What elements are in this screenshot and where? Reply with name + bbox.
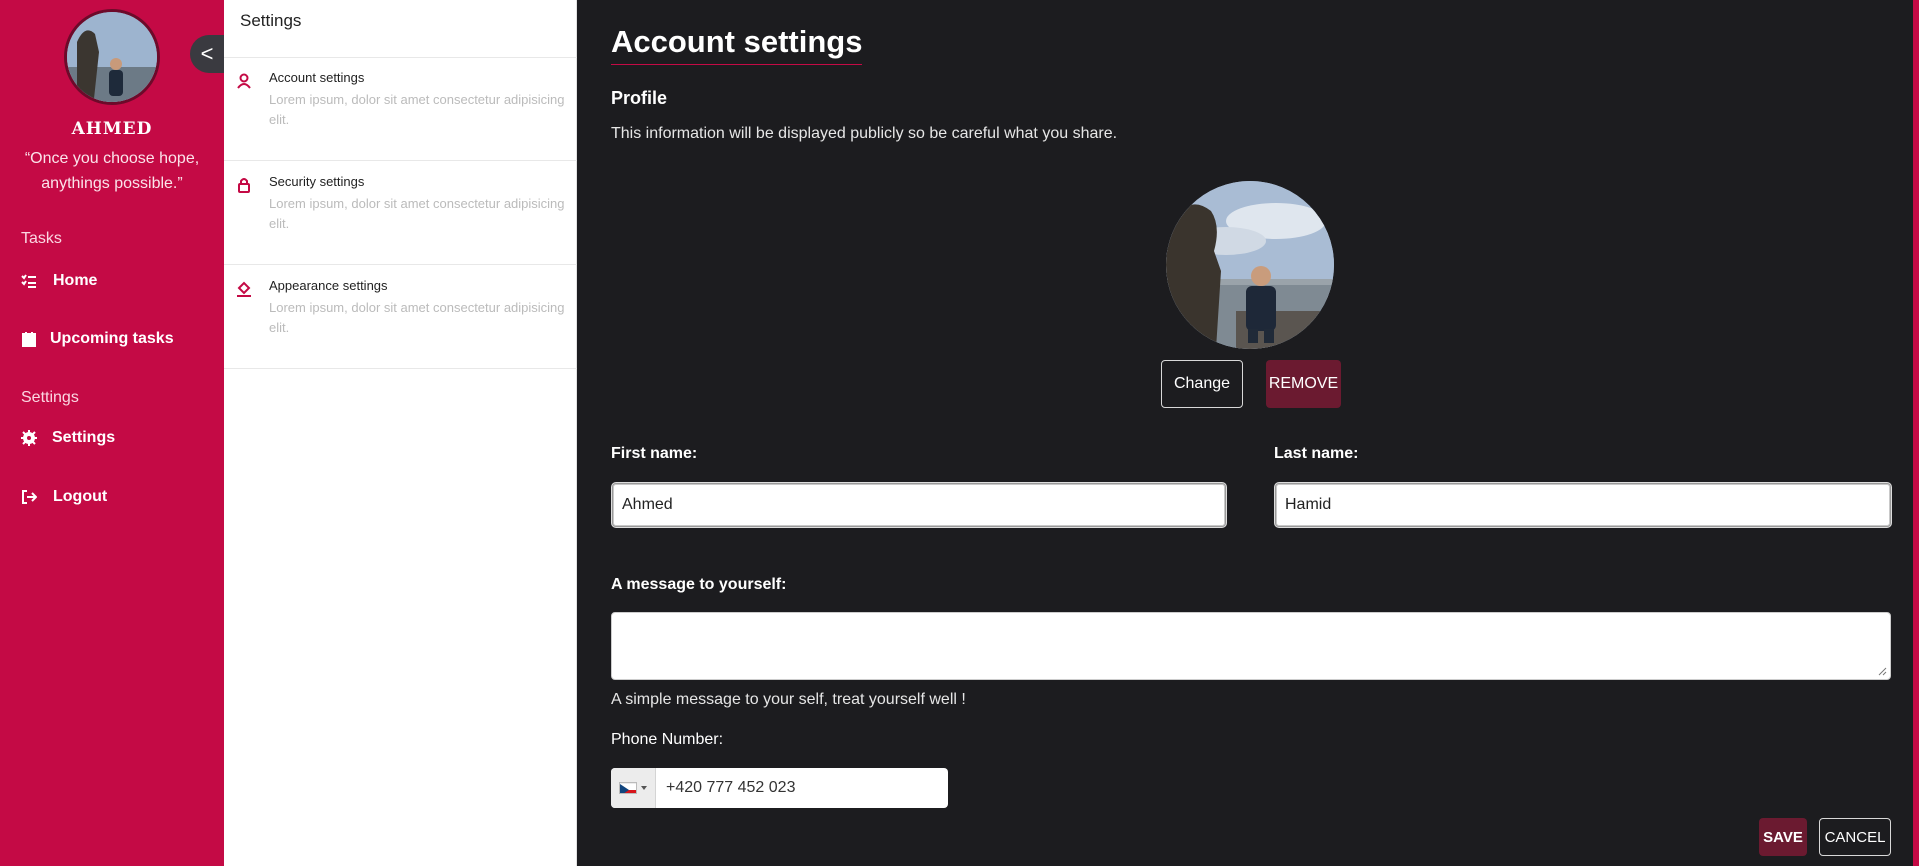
- sidebar: AHMED “Once you choose hope, anythings p…: [0, 0, 224, 866]
- settings-menu-item-description: Lorem ipsum, dolor sit amet consectetur …: [269, 92, 565, 127]
- task-list-icon: [21, 274, 36, 288]
- czech-flag-icon: [619, 782, 637, 794]
- last-name-label: Last name:: [1274, 445, 1359, 462]
- message-hint: A simple message to your self, treat you…: [611, 691, 966, 708]
- save-button[interactable]: SAVE: [1759, 818, 1807, 856]
- sidebar-item-label: Logout: [53, 488, 108, 505]
- message-textarea[interactable]: [611, 612, 1891, 680]
- profile-description: This information will be displayed publi…: [611, 125, 1118, 142]
- collapse-sidebar-button[interactable]: <: [190, 35, 224, 73]
- profile-photo: [67, 12, 157, 102]
- first-name-label: First name:: [611, 445, 698, 462]
- sidebar-item-label: Upcoming tasks: [50, 330, 174, 347]
- first-name-field[interactable]: Ahmed: [612, 483, 1226, 527]
- settings-menu-item-account[interactable]: Account settings Lorem ipsum, dolor sit …: [224, 57, 577, 160]
- change-photo-button[interactable]: Change: [1161, 360, 1243, 408]
- avatar[interactable]: [64, 9, 160, 105]
- gear-icon: [21, 430, 37, 446]
- sidebar-item-logout[interactable]: Logout: [21, 483, 107, 511]
- settings-menu-item-description: Lorem ipsum, dolor sit amet consectetur …: [269, 196, 565, 231]
- divider: [224, 368, 577, 369]
- sidebar-item-settings[interactable]: Settings: [21, 424, 115, 452]
- resize-grip-icon[interactable]: [1877, 666, 1887, 676]
- country-selector[interactable]: [611, 768, 656, 808]
- caret-down-icon: [641, 786, 647, 790]
- phone-number-label: Phone Number:: [611, 731, 724, 748]
- paint-bucket-icon: [236, 281, 252, 297]
- sidebar-item-home[interactable]: Home: [21, 267, 97, 295]
- phone-number-field[interactable]: +420 777 452 023: [611, 768, 948, 808]
- remove-photo-button[interactable]: REMOVE: [1266, 360, 1341, 408]
- main-content: Account settings Profile This informatio…: [577, 0, 1913, 866]
- cancel-button[interactable]: CANCEL: [1819, 818, 1891, 856]
- profile-heading: Profile: [611, 88, 668, 108]
- settings-menu-item-label: Account settings: [269, 70, 365, 85]
- profile-photo: [1166, 181, 1334, 349]
- section-title-settings: Settings: [21, 389, 79, 406]
- phone-number-value[interactable]: +420 777 452 023: [656, 779, 795, 797]
- settings-menu-item-label: Appearance settings: [269, 278, 388, 293]
- user-quote: “Once you choose hope, anythings possibl…: [24, 150, 200, 192]
- lock-icon: [236, 177, 252, 193]
- sidebar-item-label: Home: [53, 272, 98, 289]
- settings-menu: Settings Account settings Lorem ipsum, d…: [224, 0, 577, 866]
- sidebar-item-label: Settings: [52, 429, 116, 446]
- sidebar-item-upcoming-tasks[interactable]: Upcoming tasks: [21, 325, 174, 353]
- settings-menu-item-security[interactable]: Security settings Lorem ipsum, dolor sit…: [224, 161, 577, 264]
- user-icon: [236, 73, 252, 89]
- calendar-icon: [22, 332, 36, 347]
- settings-menu-item-label: Security settings: [269, 174, 365, 189]
- section-title-tasks: Tasks: [21, 230, 62, 247]
- settings-menu-item-appearance[interactable]: Appearance settings Lorem ipsum, dolor s…: [224, 265, 577, 368]
- chevron-left-icon: <: [200, 41, 214, 66]
- page-title: Account settings: [611, 24, 863, 65]
- user-name: AHMED: [71, 119, 153, 139]
- settings-menu-title: Settings: [240, 11, 302, 30]
- last-name-field[interactable]: Hamid: [1275, 483, 1891, 527]
- accent-edge: [1913, 0, 1919, 866]
- message-label: A message to yourself:: [611, 576, 787, 593]
- settings-menu-item-description: Lorem ipsum, dolor sit amet consectetur …: [269, 300, 565, 335]
- profile-picture: [1166, 181, 1334, 349]
- logout-icon: [22, 490, 37, 504]
